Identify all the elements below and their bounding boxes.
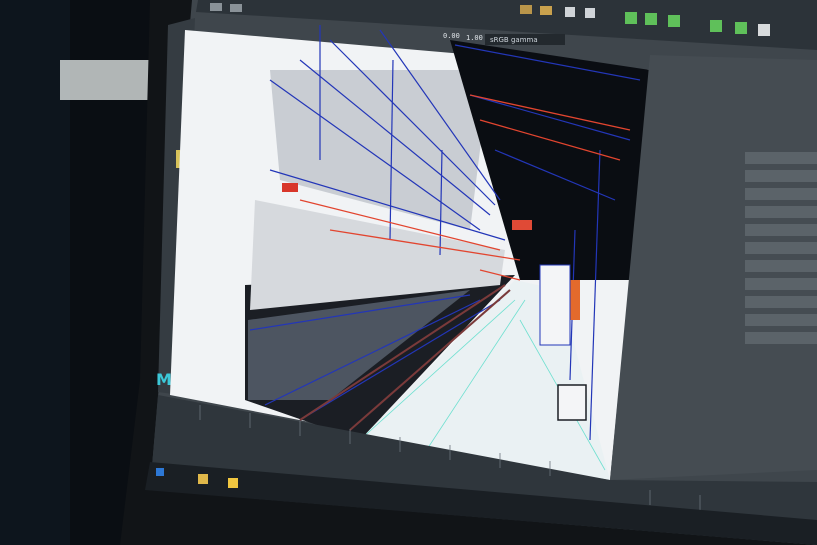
attribute-row[interactable]	[745, 188, 817, 200]
attribute-row[interactable]	[745, 278, 817, 290]
folder-icon[interactable]	[198, 474, 208, 484]
attribute-row[interactable]	[745, 296, 817, 308]
toolbar-icon[interactable]	[540, 6, 552, 15]
wireframe-render	[245, 25, 650, 480]
toolbar-icon[interactable]	[520, 5, 532, 14]
windows-start-icon[interactable]	[156, 468, 164, 476]
toolbar-icon[interactable]	[645, 13, 657, 25]
attribute-row[interactable]	[745, 206, 817, 218]
platform-bench	[557, 384, 587, 421]
toolbar-icon[interactable]	[565, 7, 575, 17]
toolbar-icon[interactable]	[758, 24, 770, 36]
platform-pillar	[539, 264, 571, 346]
color-space-dropdown-label: sRGB gamma	[490, 36, 538, 44]
attribute-row[interactable]	[745, 170, 817, 182]
toolbar-icon[interactable]	[710, 20, 722, 32]
attribute-list	[745, 152, 817, 344]
app-icon[interactable]	[228, 478, 238, 488]
attribute-row[interactable]	[745, 260, 817, 272]
background-light	[60, 60, 155, 100]
attribute-row[interactable]	[745, 314, 817, 326]
maya-m-icon: M	[156, 370, 172, 389]
left-wall	[0, 0, 70, 545]
toolbar-icon[interactable]	[668, 15, 680, 27]
toolbar-icon[interactable]	[585, 8, 595, 18]
toolbar-field-a[interactable]: 0.00	[443, 32, 460, 40]
monitor-screen: 0.00 1.00 sRGB gamma M	[145, 0, 817, 545]
station-sign	[282, 183, 298, 192]
toolbar-icon[interactable]	[735, 22, 747, 34]
toolbar-icon[interactable]	[210, 3, 222, 11]
attribute-row[interactable]	[745, 224, 817, 236]
station-sign	[512, 220, 532, 230]
toolbar-icon[interactable]	[230, 4, 242, 12]
photo-scene: 0.00 1.00 sRGB gamma M	[0, 0, 817, 545]
attribute-row[interactable]	[745, 242, 817, 254]
attribute-row[interactable]	[745, 152, 817, 164]
toolbar-icon[interactable]	[625, 12, 637, 24]
toolbar-field-b[interactable]: 1.00	[466, 34, 483, 42]
attribute-row[interactable]	[745, 332, 817, 344]
